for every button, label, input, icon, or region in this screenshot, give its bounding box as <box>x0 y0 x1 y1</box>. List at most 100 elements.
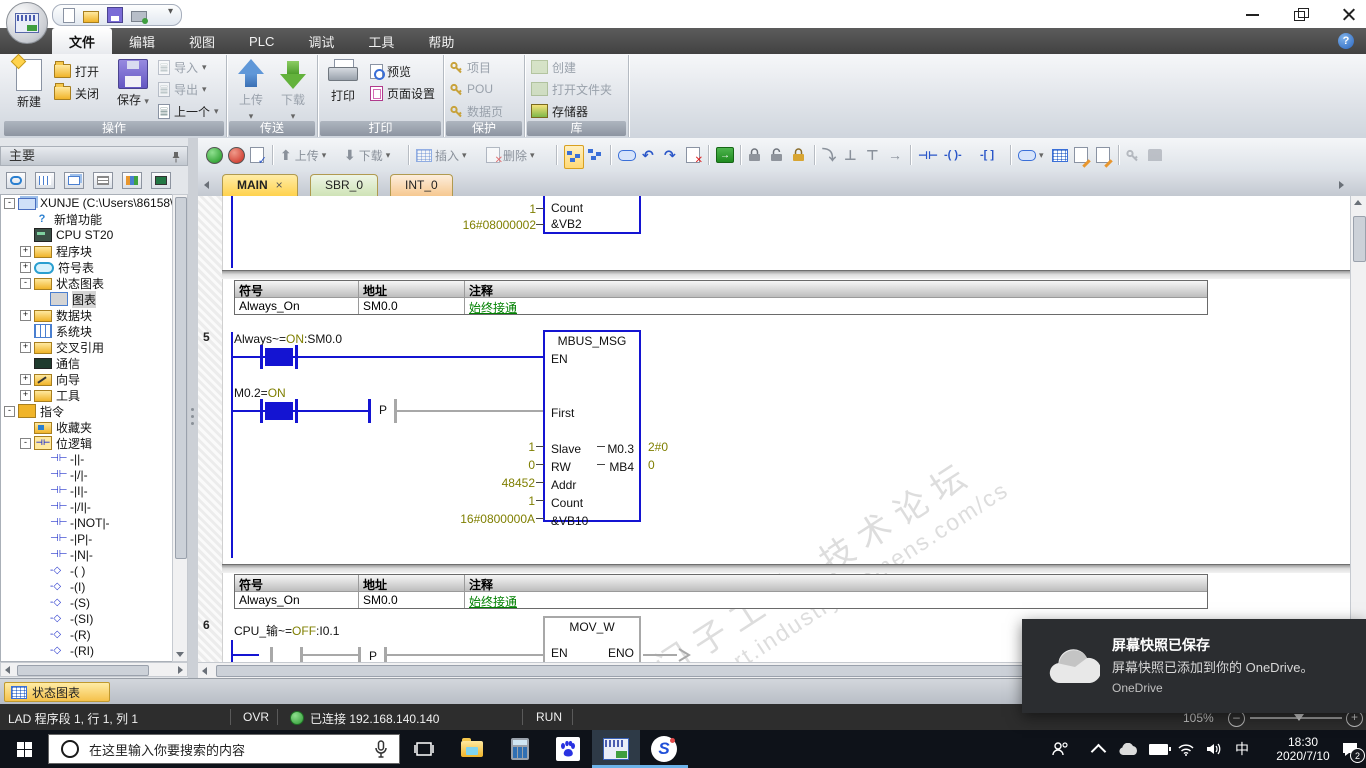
protect-data-page-button[interactable]: 数据页 <box>450 101 503 121</box>
tree-item-coil[interactable]: -◇ -(RI) <box>1 643 172 659</box>
tab-close-icon[interactable]: × <box>276 178 283 192</box>
redo-icon[interactable]: ↷ <box>664 145 676 165</box>
start-button[interactable] <box>0 730 48 768</box>
tree-item-data-block[interactable]: + 数据块 <box>1 307 172 323</box>
mbus-msg-block[interactable]: MBUS_MSG EN First Slave RW Addr Count &V… <box>543 330 641 528</box>
baidu-button[interactable] <box>544 730 592 768</box>
toolbar-download-button[interactable]: ⬇ 下载 ▾ <box>344 145 390 165</box>
quick-save-icon[interactable] <box>107 7 123 23</box>
menu-tab-help[interactable]: 帮助 <box>411 28 471 54</box>
tree-item-favorites[interactable]: 收藏夹 <box>1 419 172 435</box>
tree-item-instructions[interactable]: - 指令 <box>1 403 172 419</box>
library-create-button[interactable]: 创建 <box>531 57 576 77</box>
onedrive-tray-icon[interactable] <box>1118 739 1138 759</box>
symbol-view-icon[interactable] <box>6 172 26 189</box>
monitor-view-icon[interactable] <box>151 172 171 189</box>
compile-button[interactable] <box>250 145 267 167</box>
tree-expander-icon[interactable]: - <box>20 277 31 289</box>
previous-button[interactable]: 上一个 ▾ <box>158 101 219 121</box>
quick-new-icon[interactable] <box>63 7 75 23</box>
contact-tool-icon[interactable]: ⊣⊢ <box>918 145 938 165</box>
calculator-button[interactable] <box>496 730 544 768</box>
close-button[interactable] <box>1342 7 1356 21</box>
tree-expander-icon[interactable]: + <box>20 261 31 273</box>
comment-box-icon[interactable] <box>618 145 636 165</box>
notification-center-button[interactable]: 2 <box>1340 739 1365 763</box>
sidebar-splitter[interactable] <box>188 138 198 678</box>
status-chart-tab[interactable]: 状态图表 <box>4 682 110 702</box>
app-menu-button[interactable] <box>6 2 48 44</box>
positive-edge-contact[interactable]: P <box>369 649 377 662</box>
pin-icon[interactable] <box>171 151 181 163</box>
lock-add-icon[interactable] <box>792 145 805 165</box>
menu-tab-plc[interactable]: PLC <box>232 28 291 54</box>
tree-item-coil[interactable]: -◇ -(R) <box>1 627 172 643</box>
menu-tab-debug[interactable]: 调试 <box>291 28 351 54</box>
tab-int0[interactable]: INT_0 <box>390 174 453 196</box>
go-to-icon[interactable]: → <box>716 145 734 165</box>
microphone-icon[interactable] <box>375 740 387 758</box>
tree-expander-icon[interactable]: + <box>20 245 31 257</box>
tree-item-contact[interactable]: ⊣⊢ -|NOT|- <box>1 515 172 531</box>
download-button[interactable]: 下载 ▾ <box>274 57 312 122</box>
tree-item-coil[interactable]: -◇ -( ) <box>1 563 172 579</box>
tree-expander-icon[interactable]: + <box>20 341 31 353</box>
save-button[interactable]: 保存 ▾ <box>110 57 156 108</box>
key-tool-icon[interactable] <box>1126 145 1139 165</box>
symbol-table-row[interactable]: Always_On SM0.0 始终接通 <box>235 298 1207 314</box>
new-button[interactable]: 新建 <box>6 57 52 110</box>
tree-item-coil[interactable]: -◇ -(S) <box>1 595 172 611</box>
preview-button[interactable]: 预览 <box>370 61 411 81</box>
quick-open-icon[interactable] <box>83 10 99 23</box>
tree-expander-icon[interactable]: - <box>20 437 31 449</box>
print-button[interactable]: 打印 <box>323 57 363 104</box>
tab-scroll-right-icon[interactable] <box>1339 181 1344 189</box>
run-button[interactable] <box>206 145 223 165</box>
toolbar-upload-button[interactable]: ⬆ 上传 ▾ <box>280 145 326 165</box>
menu-tab-edit[interactable]: 编辑 <box>112 28 172 54</box>
tree-vertical-scrollbar[interactable] <box>172 194 188 662</box>
delete-button[interactable]: 删除▾ <box>486 145 535 166</box>
minimize-button[interactable] <box>1246 7 1260 21</box>
ladder-editor[interactable]: 西门子工业 技术论坛 support.industry.siemens.com/… <box>198 196 1350 662</box>
tree-expander-icon[interactable]: - <box>4 405 15 417</box>
wire-up-icon[interactable]: ⊥ <box>844 145 857 165</box>
network-view-icon[interactable] <box>588 145 602 165</box>
task-view-button[interactable] <box>400 730 448 768</box>
wire-left-icon[interactable]: ⊤ <box>866 145 879 165</box>
editor-vertical-scrollbar[interactable] <box>1350 196 1366 662</box>
tab-scroll-left-icon[interactable] <box>204 181 209 189</box>
taskbar-search[interactable]: 在这里输入你要搜索的内容 <box>48 734 400 764</box>
tree-item-program-block[interactable]: + 程序块 <box>1 243 172 259</box>
quick-print-icon[interactable] <box>131 11 148 24</box>
tree-item-contact[interactable]: ⊣⊢ -|P|- <box>1 531 172 547</box>
ime-indicator[interactable]: 中 <box>1232 739 1252 759</box>
qat-dropdown-icon[interactable]: ▾ <box>168 6 173 17</box>
mov-w-block[interactable]: MOV_W EN ENO <box>543 616 641 662</box>
restore-button[interactable] <box>1294 7 1309 21</box>
step7-microwin-button[interactable] <box>592 730 640 768</box>
people-icon[interactable] <box>1050 739 1070 759</box>
page-setup-button[interactable]: 页面设置 <box>370 83 435 103</box>
tray-expand-icon[interactable] <box>1088 739 1108 759</box>
chart-view-icon[interactable] <box>122 172 142 189</box>
tree-item-new-features[interactable]: ? 新增功能 <box>1 211 172 227</box>
tree-item-communication[interactable]: 通信 <box>1 355 172 371</box>
open-button[interactable]: 打开 <box>54 61 99 81</box>
tree-item-contact[interactable]: ⊣⊢ -||- <box>1 451 172 467</box>
battery-icon[interactable] <box>1148 739 1171 759</box>
block-view-icon[interactable] <box>64 172 84 189</box>
protect-pou-button[interactable]: POU <box>450 79 493 99</box>
stamp-tool-icon[interactable] <box>1148 145 1162 165</box>
close-button-ribbon[interactable]: 关闭 <box>54 83 99 103</box>
zoom-slider[interactable] <box>1294 714 1304 721</box>
wire-right-icon[interactable]: → <box>888 145 902 165</box>
menu-tab-file[interactable]: 文件 <box>52 28 113 54</box>
contact-energized[interactable] <box>265 348 293 366</box>
edit-address-tool-icon[interactable] <box>1096 145 1110 165</box>
symbol-table-tool-icon[interactable] <box>1052 145 1068 165</box>
edit-chart-tool-icon[interactable] <box>1074 145 1088 165</box>
tree-item-status-chart[interactable]: - 状态图表 <box>1 275 172 291</box>
tree-item-coil[interactable]: -◇ -(I) <box>1 579 172 595</box>
help-icon[interactable]: ? <box>1338 33 1354 49</box>
